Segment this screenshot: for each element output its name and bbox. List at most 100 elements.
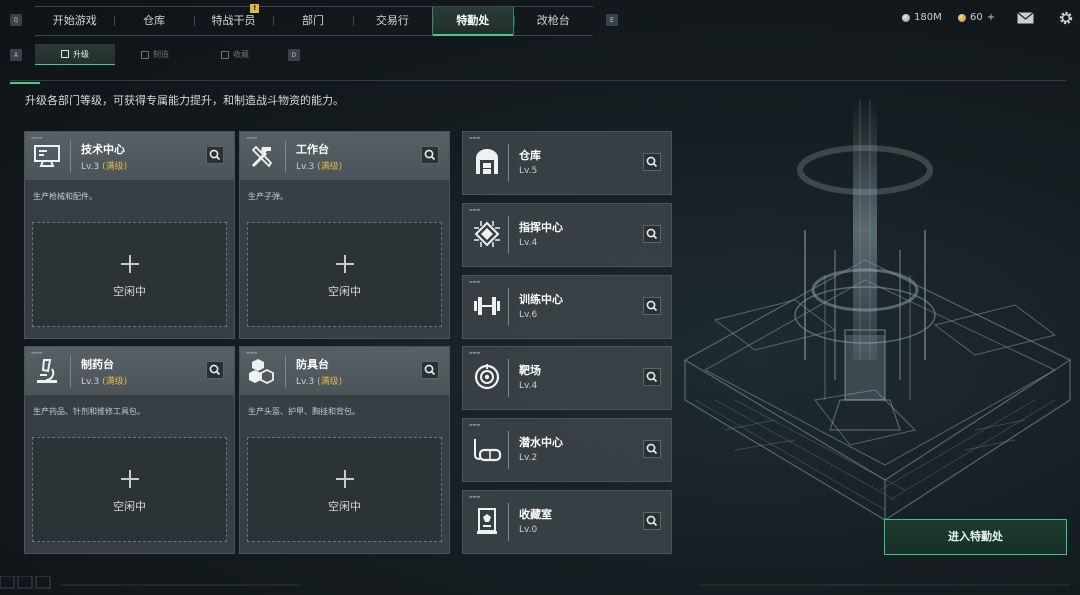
level-value: Lv.3	[296, 162, 315, 172]
inspect-button[interactable]	[421, 146, 439, 164]
card-divider	[70, 355, 71, 387]
inspect-button[interactable]	[643, 512, 661, 530]
production-slot[interactable]: 空闲中	[247, 437, 442, 542]
card-title: 工作台	[296, 143, 329, 156]
card-divider	[508, 288, 509, 326]
tab-operators[interactable]: 特战干员!	[193, 4, 273, 35]
card-corner-mark: ▬▬▬	[31, 135, 43, 140]
alert-badge: !	[250, 4, 260, 13]
card-description: 生产子弹。	[248, 192, 288, 201]
card-title: 防具台	[296, 358, 329, 371]
department-card-armor-bench[interactable]: ▬▬▬ 防具台 Lv.3 (满级) 生产头盔、护甲、胸挂和背包。 空闲中	[239, 346, 450, 554]
card-corner-mark: ▬▬▬	[469, 350, 481, 355]
search-icon	[424, 149, 436, 161]
inspect-button[interactable]	[206, 361, 224, 379]
inspect-button[interactable]	[643, 153, 661, 171]
search-icon	[646, 443, 658, 455]
divider	[10, 80, 1066, 81]
subtab-collection[interactable]: 收藏	[195, 44, 275, 65]
department-card-shooting-range[interactable]: ▬▬▬ 靶场 Lv.4	[462, 346, 672, 410]
card-header: ▬▬▬ 技术中心 Lv.3 (满级)	[25, 132, 234, 180]
gear-icon[interactable]	[1058, 10, 1074, 26]
card-divider	[508, 144, 509, 182]
tab-special-ops[interactable]: 特勤处	[432, 7, 514, 36]
d-key-hint: D	[288, 49, 300, 61]
slot-status: 空闲中	[328, 500, 361, 513]
microscope-icon	[37, 359, 57, 383]
department-card-collection-room[interactable]: ▬▬▬ 收藏室 Lv.0	[462, 490, 672, 554]
slot-status: 空闲中	[113, 285, 146, 298]
tab-start-game[interactable]: 开始游戏	[35, 7, 114, 35]
level-value: Lv.3	[81, 377, 100, 387]
department-card-command-center[interactable]: ▬▬▬ 指挥中心 Lv.4	[462, 203, 672, 267]
chip-icon	[474, 221, 500, 247]
divider-accent	[10, 82, 40, 84]
card-divider	[508, 503, 509, 541]
card-level: Lv.0	[519, 525, 538, 535]
subtab-craft[interactable]: 制造	[115, 44, 195, 65]
card-title: 靶场	[519, 364, 541, 377]
tab-label: 改枪台	[536, 14, 570, 27]
card-corner-mark: ▬▬▬	[469, 135, 481, 140]
card-description: 生产药品、针剂和维修工具包。	[33, 407, 145, 416]
tab-label: 部门	[301, 14, 324, 27]
department-card-workbench[interactable]: ▬▬▬ 工作台 Lv.3 (满级) 生产子弹。 空闲中	[239, 131, 450, 339]
computer-icon	[34, 145, 60, 167]
inspect-button[interactable]	[643, 440, 661, 458]
card-divider	[508, 359, 509, 397]
inspect-button[interactable]	[643, 225, 661, 243]
tab-label: 仓库	[143, 14, 166, 27]
subtab-upgrade[interactable]: 升级	[35, 44, 115, 65]
search-icon	[646, 515, 658, 527]
card-header: ▬▬▬ 工作台 Lv.3 (满级)	[240, 132, 449, 180]
tab-gunsmith[interactable]: 改枪台	[513, 7, 593, 35]
department-card-diving-center[interactable]: ▬▬▬ 潜水中心 Lv.2	[462, 418, 672, 482]
card-divider	[285, 355, 286, 387]
production-slot[interactable]: 空闲中	[32, 437, 227, 542]
tab-department[interactable]: 部门	[273, 7, 352, 35]
search-icon	[424, 364, 436, 376]
card-divider	[508, 431, 509, 469]
diving-mask-icon	[474, 439, 502, 462]
card-title: 指挥中心	[519, 221, 563, 234]
tab-label: 特战干员	[211, 14, 256, 27]
card-level: Lv.3 (满级)	[81, 374, 127, 387]
inspect-button[interactable]	[421, 361, 439, 379]
card-level: Lv.4	[519, 238, 538, 248]
warehouse-icon	[476, 149, 498, 174]
tab-label: 开始游戏	[52, 14, 97, 27]
card-level: Lv.4	[519, 381, 538, 391]
plus-icon	[335, 255, 354, 273]
department-card-training-center[interactable]: ▬▬▬ 训练中心 Lv.6	[462, 275, 672, 339]
inspect-button[interactable]	[643, 297, 661, 315]
card-corner-mark: ▬▬▬	[246, 350, 258, 355]
inspect-button[interactable]	[206, 146, 224, 164]
page-description: 升级各部门等级，可获得专属能力提升，和制造战斗物资的能力。	[25, 94, 344, 107]
tab-warehouse[interactable]: 仓库	[114, 7, 193, 35]
search-icon	[646, 300, 658, 312]
tab-label: 特勤处	[456, 14, 490, 27]
production-slot[interactable]: 空闲中	[32, 222, 227, 327]
currency-display[interactable]: 60 +	[958, 12, 995, 23]
card-level: Lv.3 (满级)	[296, 374, 342, 387]
department-card-tech-center[interactable]: ▬▬▬ 技术中心 Lv.3 (满级) 生产枪械和配件。 空闲中	[24, 131, 235, 339]
subtab-label: 升级	[73, 49, 89, 59]
a-key-hint: A	[10, 49, 22, 61]
tab-label: 交易行	[375, 14, 409, 27]
subtab-label: 收藏	[233, 50, 249, 59]
enter-special-ops-button[interactable]: 进入特勤处	[884, 519, 1067, 555]
tab-trading[interactable]: 交易行	[352, 7, 432, 35]
card-title: 制药台	[81, 358, 114, 371]
slot-status: 空闲中	[328, 285, 361, 298]
card-corner-mark: ▬▬▬	[469, 422, 481, 427]
plus-icon	[120, 470, 139, 488]
department-card-pharmacy[interactable]: ▬▬▬ 制药台 Lv.3 (满级) 生产药品、针剂和维修工具包。 空闲中	[24, 346, 235, 554]
department-card-warehouse[interactable]: ▬▬▬ 仓库 Lv.5	[462, 131, 672, 195]
production-slot[interactable]: 空闲中	[247, 222, 442, 327]
plus-icon	[335, 470, 354, 488]
add-currency-button[interactable]: +	[987, 12, 995, 23]
card-title: 收藏室	[519, 508, 552, 521]
inspect-button[interactable]	[643, 368, 661, 386]
max-level-tag: (满级)	[102, 162, 128, 172]
mail-icon[interactable]	[1017, 12, 1034, 24]
